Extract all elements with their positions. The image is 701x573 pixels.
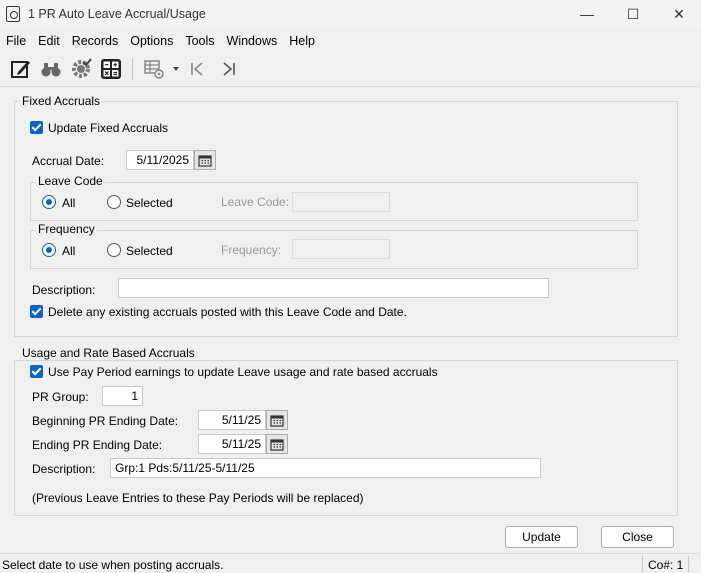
last-record-icon[interactable] xyxy=(213,55,243,83)
toolbar xyxy=(0,53,701,85)
app-icon xyxy=(6,6,20,22)
fixed-accruals-legend: Fixed Accruals xyxy=(20,94,103,108)
main-panel: Fixed Accruals Update Fixed Accruals Acc… xyxy=(0,86,701,553)
leave-code-field-label: Leave Code: xyxy=(221,195,290,209)
frequency-selected-label: Selected xyxy=(126,244,173,258)
frequency-field-label: Frequency: xyxy=(221,243,282,257)
ending-pr-ending-date-label: Ending PR Ending Date: xyxy=(32,438,163,452)
update-fixed-accruals-checkbox[interactable] xyxy=(30,121,43,134)
dropdown-arrow-icon[interactable] xyxy=(169,55,183,83)
calendar-icon xyxy=(270,438,284,451)
maximize-button[interactable]: ☐ xyxy=(610,0,656,28)
first-record-icon[interactable] xyxy=(183,55,213,83)
pr-group-label: PR Group: xyxy=(32,390,89,404)
replace-note: (Previous Leave Entries to these Pay Per… xyxy=(32,491,364,505)
grid-settings-icon[interactable] xyxy=(139,55,169,83)
usage-description-label: Description: xyxy=(32,462,96,476)
minimize-button[interactable]: — xyxy=(564,0,610,28)
pr-group-input[interactable]: 1 xyxy=(102,386,143,406)
use-pay-period-label: Use Pay Period earnings to update Leave … xyxy=(48,365,438,379)
usage-accruals-legend: Usage and Rate Based Accruals xyxy=(20,346,197,360)
leave-code-all-label: All xyxy=(62,196,76,210)
menu-bar: File Edit Records Options Tools Windows … xyxy=(0,30,701,52)
status-message: Select date to use when posting accruals… xyxy=(2,558,224,572)
close-window-button[interactable]: ✕ xyxy=(656,0,701,28)
close-button[interactable]: Close xyxy=(601,526,674,548)
status-bar: Select date to use when posting accruals… xyxy=(0,553,701,573)
calendar-icon xyxy=(270,414,284,427)
settings-check-icon[interactable] xyxy=(66,55,96,83)
leave-code-selected-label: Selected xyxy=(126,196,173,210)
calculator-icon[interactable] xyxy=(96,55,126,83)
status-separator xyxy=(688,556,689,572)
ending-pr-ending-date-input[interactable]: 5/11/25 xyxy=(198,434,266,454)
usage-description-input[interactable]: Grp:1 Pds:5/11/25-5/11/25 xyxy=(110,458,541,478)
frequency-selected-radio[interactable] xyxy=(107,243,121,257)
calendar-icon xyxy=(198,154,212,167)
accrual-date-input[interactable]: 5/11/2025 xyxy=(126,150,194,170)
binoculars-icon[interactable] xyxy=(36,55,66,83)
accrual-date-calendar-button[interactable] xyxy=(194,150,216,170)
title-bar: 1 PR Auto Leave Accrual/Usage — ☐ ✕ xyxy=(0,0,701,28)
toolbar-separator xyxy=(132,58,133,80)
leave-code-legend: Leave Code xyxy=(36,174,105,188)
ending-date-calendar-button[interactable] xyxy=(266,434,288,454)
menu-help[interactable]: Help xyxy=(283,30,321,52)
menu-file[interactable]: File xyxy=(0,30,32,52)
menu-windows[interactable]: Windows xyxy=(221,30,284,52)
beginning-pr-ending-date-input[interactable]: 5/11/25 xyxy=(198,410,266,430)
edit-icon[interactable] xyxy=(6,55,36,83)
update-button[interactable]: Update xyxy=(505,526,578,548)
frequency-all-label: All xyxy=(62,244,76,258)
window-title: 1 PR Auto Leave Accrual/Usage xyxy=(28,7,206,21)
update-fixed-accruals-label: Update Fixed Accruals xyxy=(48,121,169,135)
menu-options[interactable]: Options xyxy=(124,30,179,52)
use-pay-period-checkbox[interactable] xyxy=(30,365,43,378)
beginning-pr-ending-date-label: Beginning PR Ending Date: xyxy=(32,414,179,428)
menu-edit[interactable]: Edit xyxy=(32,30,66,52)
status-separator xyxy=(642,556,643,572)
delete-existing-accruals-label: Delete any existing accruals posted with… xyxy=(48,305,407,319)
frequency-input[interactable] xyxy=(292,239,390,259)
menu-tools[interactable]: Tools xyxy=(179,30,220,52)
frequency-legend: Frequency xyxy=(36,222,97,236)
leave-code-all-radio[interactable] xyxy=(42,195,56,209)
company-number: Co#: 1 xyxy=(648,558,684,572)
menu-records[interactable]: Records xyxy=(66,30,125,52)
fixed-description-input[interactable] xyxy=(118,278,549,298)
delete-existing-accruals-checkbox[interactable] xyxy=(30,305,43,318)
fixed-description-label: Description: xyxy=(32,283,96,297)
beginning-date-calendar-button[interactable] xyxy=(266,410,288,430)
frequency-all-radio[interactable] xyxy=(42,243,56,257)
leave-code-selected-radio[interactable] xyxy=(107,195,121,209)
leave-code-input[interactable] xyxy=(292,192,390,212)
accrual-date-label: Accrual Date: xyxy=(32,154,105,168)
